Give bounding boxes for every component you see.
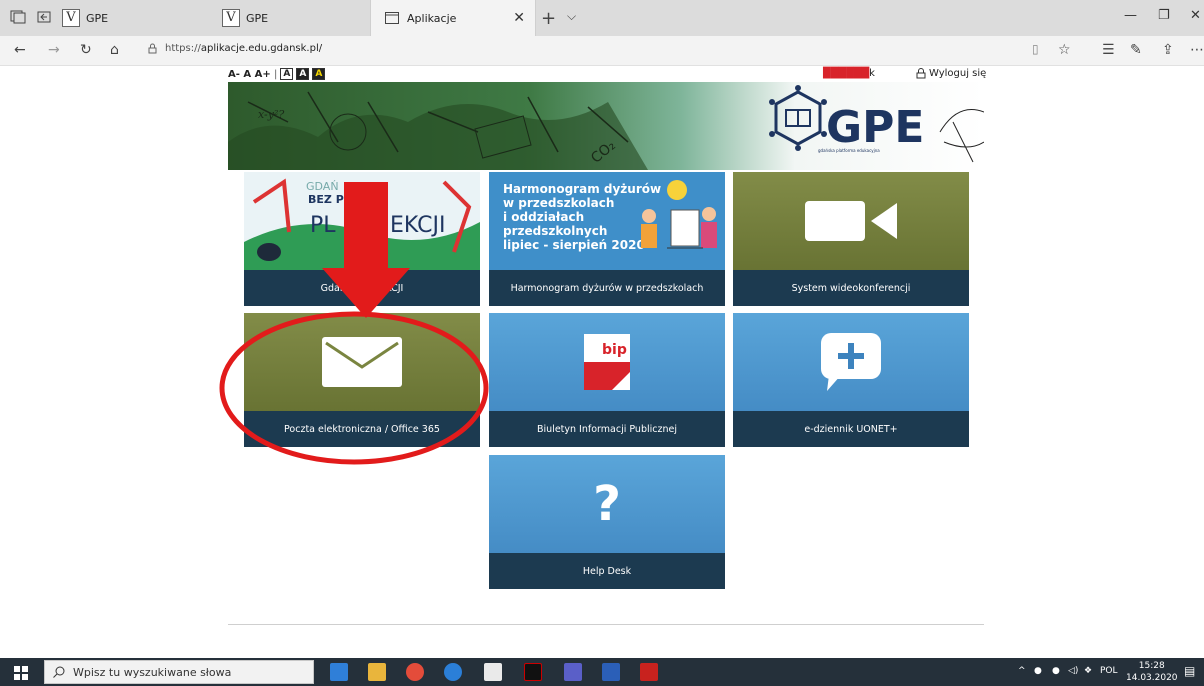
notifications-icon[interactable]: ▤ (1184, 664, 1195, 678)
back-icon[interactable]: ← (14, 42, 26, 58)
contrast-dark-button[interactable]: A (296, 68, 310, 80)
search-icon (53, 666, 65, 678)
banner-art: x-y²? CO₂ GPE gdańska platforma edukacyj… (228, 82, 984, 170)
kids-illustration (641, 180, 717, 249)
red-arrow-icon (322, 182, 410, 318)
teams-icon[interactable] (564, 663, 582, 681)
refresh-icon[interactable]: ↻ (80, 42, 92, 58)
search-placeholder: Wpisz tu wyszukiwane słowa (73, 665, 232, 679)
video-camera-icon (733, 172, 969, 270)
tile-caption: Harmonogram dyżurów w przedszkolach (489, 270, 725, 306)
set-tabs-aside-icon[interactable] (36, 10, 52, 24)
svg-text:x-y²?: x-y²? (258, 108, 284, 121)
tab-gpe-1[interactable]: V GPE (62, 0, 212, 36)
windows-start-icon[interactable] (14, 666, 28, 680)
gpe-banner: x-y²? CO₂ GPE gdańska platforma edukacyj… (228, 82, 984, 170)
chevron-down-icon[interactable]: ⌵ (567, 9, 576, 24)
user-name: ██████k (823, 68, 875, 79)
bip-badge-text: bip (602, 342, 627, 358)
chrome-icon[interactable] (406, 663, 424, 681)
favorites-hub-icon[interactable]: ☰ (1102, 42, 1115, 58)
page-divider (228, 624, 984, 625)
brand-subtitle: gdańska platforma edukacyjna (818, 148, 880, 153)
tile-uonet[interactable]: e-dziennik UONET+ (733, 313, 969, 447)
home-icon[interactable]: ⌂ (110, 42, 119, 58)
redacted-name: ██████ (823, 68, 870, 79)
question-mark-icon: ? (593, 476, 621, 532)
gpe-favicon-icon: V (222, 9, 240, 27)
gpe-favicon-icon: V (62, 9, 80, 27)
show-hidden-icons-icon[interactable]: ^ (1018, 666, 1026, 676)
tile-caption: e-dziennik UONET+ (733, 411, 969, 447)
tab-label: GPE (86, 11, 109, 25)
tab-actions-icon[interactable] (10, 10, 26, 24)
tray-app-icon[interactable]: ● (1052, 666, 1060, 676)
netflix-icon[interactable] (524, 663, 542, 681)
contrast-normal-button[interactable]: A (280, 68, 294, 80)
tile-videoconference[interactable]: System wideokonferencji (733, 172, 969, 306)
share-icon[interactable]: ⇪ (1162, 42, 1174, 58)
tile-bip[interactable]: bip Biuletyn Informacji Publicznej (489, 313, 725, 447)
store-icon[interactable] (484, 663, 502, 681)
plus-bubble-icon (733, 313, 969, 411)
more-icon[interactable]: ⋯ (1190, 42, 1204, 58)
page-icon (385, 12, 399, 24)
url-prefix: https:// (165, 43, 201, 54)
browser-nav-bar: ← → ↻ ⌂ https://aplikacje.edu.gdansk.pl/… (0, 36, 1204, 66)
favorite-star-icon[interactable]: ☆ (1058, 42, 1071, 58)
notes-pen-icon[interactable]: ✎ (1130, 42, 1142, 58)
red-circle-highlight (219, 311, 489, 465)
address-bar[interactable]: https://aplikacje.edu.gdansk.pl/ (148, 43, 322, 54)
taskbar-search[interactable]: Wpisz tu wyszukiwane słowa (44, 660, 314, 684)
close-tab-icon[interactable]: ✕ (513, 10, 525, 26)
lock-icon (148, 43, 157, 54)
tile-helpdesk[interactable]: ? Help Desk (489, 455, 725, 589)
volume-icon[interactable]: ◁) (1068, 666, 1078, 676)
clock-date: 14.03.2020 (1126, 673, 1178, 683)
tile-schedule[interactable]: Harmonogram dyżurów w przedszkolach i od… (489, 172, 725, 306)
word-icon[interactable] (602, 663, 620, 681)
annotation-overlay (219, 182, 489, 465)
tile-caption: Help Desk (489, 553, 725, 589)
url-host: aplikacje.edu.gdansk.pl/ (200, 43, 323, 54)
tab-label: Aplikacje (407, 11, 457, 25)
user-name-suffix: k (869, 68, 875, 79)
edge-icon[interactable] (444, 663, 462, 681)
minimize-icon[interactable]: — (1124, 8, 1137, 23)
tab-aplikacje[interactable]: Aplikacje ✕ (370, 0, 536, 36)
acrobat-icon[interactable] (640, 663, 658, 681)
font-size-controls[interactable]: A- A A+ (228, 69, 271, 80)
tray-app-icon[interactable]: ● (1034, 666, 1042, 676)
reading-view-icon[interactable]: ▯ (1032, 42, 1039, 56)
browser-tab-bar: V GPE V GPE Aplikacje ✕ + ⌵ — ❐ ✕ (0, 0, 1204, 36)
file-explorer-icon[interactable] (368, 663, 386, 681)
restore-icon[interactable]: ❐ (1158, 8, 1170, 23)
tab-gpe-2[interactable]: V GPE (222, 0, 372, 36)
logout-link[interactable]: Wyloguj się (916, 68, 986, 79)
clock-time: 15:28 (1138, 661, 1165, 671)
logout-label: Wyloguj się (929, 68, 987, 79)
forward-icon[interactable]: → (48, 42, 60, 58)
mail-app-icon[interactable] (330, 663, 348, 681)
brand-text: GPE (826, 102, 924, 153)
lock-icon (916, 68, 926, 79)
clock[interactable]: 15:28 14.03.2020 (1126, 660, 1178, 684)
language-indicator[interactable]: POL (1100, 666, 1118, 676)
dropbox-icon[interactable]: ❖ (1084, 666, 1092, 676)
windows-taskbar: Wpisz tu wyszukiwane słowa ^ ● ● ◁) ❖ PO… (0, 658, 1204, 686)
tile-caption: Biuletyn Informacji Publicznej (489, 411, 725, 447)
new-tab-icon[interactable]: + (541, 8, 556, 29)
close-window-icon[interactable]: ✕ (1190, 8, 1201, 23)
tile-caption: System wideokonferencji (733, 270, 969, 306)
tab-label: GPE (246, 11, 269, 25)
contrast-yellow-button[interactable]: A (312, 68, 326, 80)
bip-logo-icon: bip (489, 313, 725, 411)
accessibility-controls: A- A A+ | A A A (228, 68, 326, 80)
